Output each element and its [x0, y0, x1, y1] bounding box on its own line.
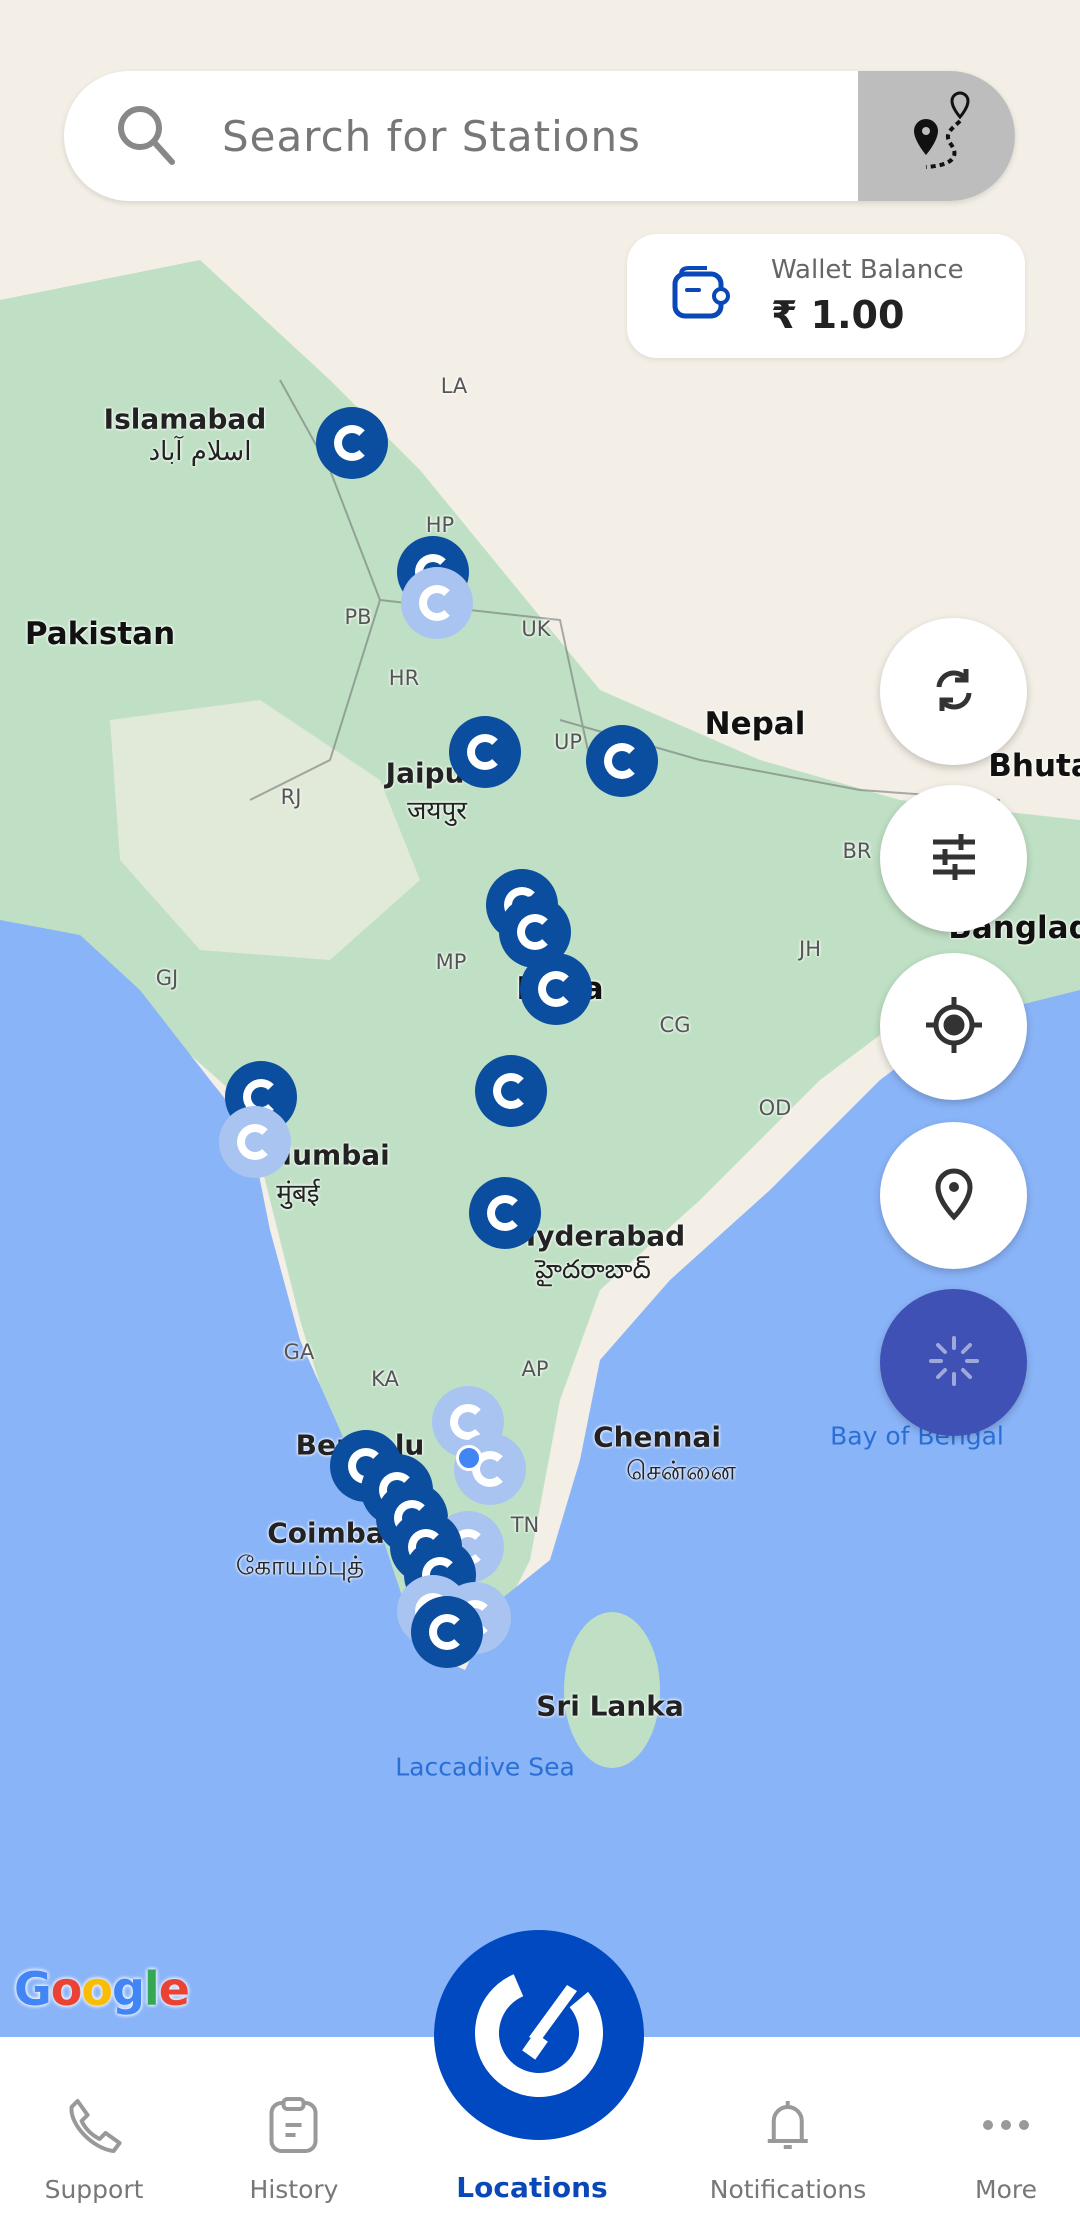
- label-ka: KA: [371, 1367, 399, 1391]
- locations-center-button[interactable]: [434, 1930, 644, 2140]
- wallet-balance-card[interactable]: Wallet Balance ₹ 1.00: [627, 234, 1025, 358]
- brand-logo-icon: [469, 1963, 609, 2107]
- label-bhutan: Bhuta: [988, 748, 1080, 784]
- nav-label: Locations: [456, 2171, 608, 2204]
- station-marker[interactable]: [586, 725, 658, 797]
- location-pin-button[interactable]: [880, 1122, 1027, 1269]
- search-bar[interactable]: Search for Stations: [64, 71, 1015, 201]
- label-gj: GJ: [155, 966, 179, 990]
- nav-support[interactable]: Support: [44, 2097, 144, 2204]
- station-marker[interactable]: [449, 716, 521, 788]
- label-sri-lanka: Sri Lanka: [536, 1689, 684, 1723]
- label-mp: MP: [435, 950, 467, 974]
- label-cg: CG: [659, 1013, 691, 1037]
- filter-sliders-icon: [929, 832, 979, 886]
- label-br: BR: [842, 839, 872, 863]
- label-chennai-ta: சென்னை: [626, 1456, 736, 1487]
- label-la: LA: [440, 374, 468, 398]
- filter-button[interactable]: [880, 785, 1027, 932]
- nav-label: Notifications: [709, 2175, 867, 2204]
- nav-label: History: [249, 2175, 339, 2204]
- label-islamabad: Islamabad: [103, 402, 267, 436]
- label-jaipur-hi: जयपुर: [407, 796, 467, 826]
- label-tn: TN: [510, 1513, 540, 1537]
- phone-icon: [66, 2097, 122, 2157]
- label-pb: PB: [344, 605, 372, 629]
- wallet-label: Wallet Balance: [771, 255, 964, 285]
- label-ap: AP: [521, 1357, 549, 1381]
- label-islamabad-ur: اسلام آباد: [148, 437, 252, 467]
- label-nepal: Nepal: [704, 706, 806, 742]
- label-mumbai-hi: मुंबई: [276, 1179, 320, 1209]
- label-hyderabad-te: హైదరాబాద్: [535, 1255, 651, 1285]
- label-ga: GA: [283, 1340, 315, 1364]
- station-marker[interactable]: [219, 1106, 291, 1178]
- google-attribution: Google: [14, 1962, 190, 2016]
- station-marker[interactable]: [316, 407, 388, 479]
- nav-more[interactable]: More: [975, 2097, 1037, 2204]
- label-up: UP: [553, 730, 583, 754]
- label-hp: HP: [425, 513, 455, 537]
- more-dots-icon: [978, 2097, 1034, 2157]
- loading-button[interactable]: [880, 1289, 1027, 1436]
- loading-spinner-icon: [927, 1334, 981, 1392]
- label-coimbatore: Coimba: [267, 1516, 385, 1550]
- station-marker[interactable]: [411, 1596, 483, 1668]
- my-location-button[interactable]: [880, 953, 1027, 1100]
- label-od: OD: [758, 1096, 792, 1120]
- wallet-amount: ₹ 1.00: [771, 293, 905, 337]
- label-coimbatore-ta: கோயம்புத்: [235, 1551, 365, 1582]
- label-laccadive-sea: Laccadive Sea: [395, 1752, 575, 1782]
- location-pin-icon: [934, 1167, 974, 1225]
- clipboard-icon: [266, 2097, 322, 2157]
- nav-history[interactable]: History: [249, 2097, 339, 2204]
- station-marker[interactable]: [475, 1055, 547, 1127]
- nav-label: Support: [44, 2175, 144, 2204]
- station-marker[interactable]: [401, 567, 473, 639]
- bell-icon: [760, 2097, 816, 2157]
- nav-locations[interactable]: Locations: [456, 2132, 607, 2204]
- nav-notifications[interactable]: Notifications: [710, 2097, 866, 2204]
- label-jh: JH: [799, 937, 821, 961]
- label-chennai: Chennai: [593, 1420, 721, 1454]
- refresh-button[interactable]: [880, 618, 1027, 765]
- search-input[interactable]: Search for Stations: [222, 112, 858, 161]
- route-planner-button[interactable]: [858, 71, 1015, 201]
- current-location-dot: [456, 1445, 482, 1471]
- label-uk: UK: [521, 617, 551, 641]
- station-marker[interactable]: [520, 953, 592, 1025]
- nav-label: More: [975, 2175, 1037, 2204]
- label-pakistan: Pakistan: [24, 616, 176, 652]
- wallet-icon: [671, 266, 731, 326]
- label-hr: HR: [388, 666, 420, 690]
- my-location-icon: [924, 995, 984, 1059]
- station-marker[interactable]: [469, 1177, 541, 1249]
- refresh-icon: [929, 665, 979, 719]
- route-pins-icon: [892, 89, 982, 183]
- label-rj: RJ: [280, 785, 302, 809]
- search-icon: [114, 102, 194, 170]
